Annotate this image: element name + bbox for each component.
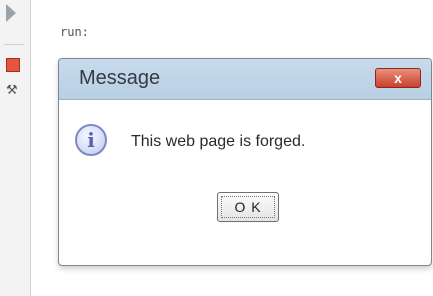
stop-icon[interactable] <box>6 58 20 72</box>
play-icon[interactable] <box>6 4 16 22</box>
info-icon-glyph: i <box>87 128 95 152</box>
tool-icon[interactable]: ⚒ <box>6 84 20 98</box>
dialog-message: This web page is forged. <box>131 133 306 150</box>
close-icon: x <box>394 70 402 86</box>
dialog-content: i This web page is forged. O K <box>59 100 431 265</box>
dialog-title: Message <box>79 67 161 89</box>
info-icon: i <box>75 124 107 156</box>
screen: ⚒ run: Message x i This web page is forg… <box>0 0 433 296</box>
output-text: run: <box>60 25 89 39</box>
ok-button[interactable]: O K <box>217 192 279 222</box>
close-button[interactable]: x <box>375 68 421 88</box>
gutter-separator <box>4 44 24 45</box>
ide-gutter: ⚒ <box>0 0 31 296</box>
ok-button-label: O K <box>234 199 262 215</box>
dialog-titlebar[interactable]: Message x <box>59 59 431 100</box>
message-dialog: Message x i This web page is forged. O K <box>58 58 432 266</box>
